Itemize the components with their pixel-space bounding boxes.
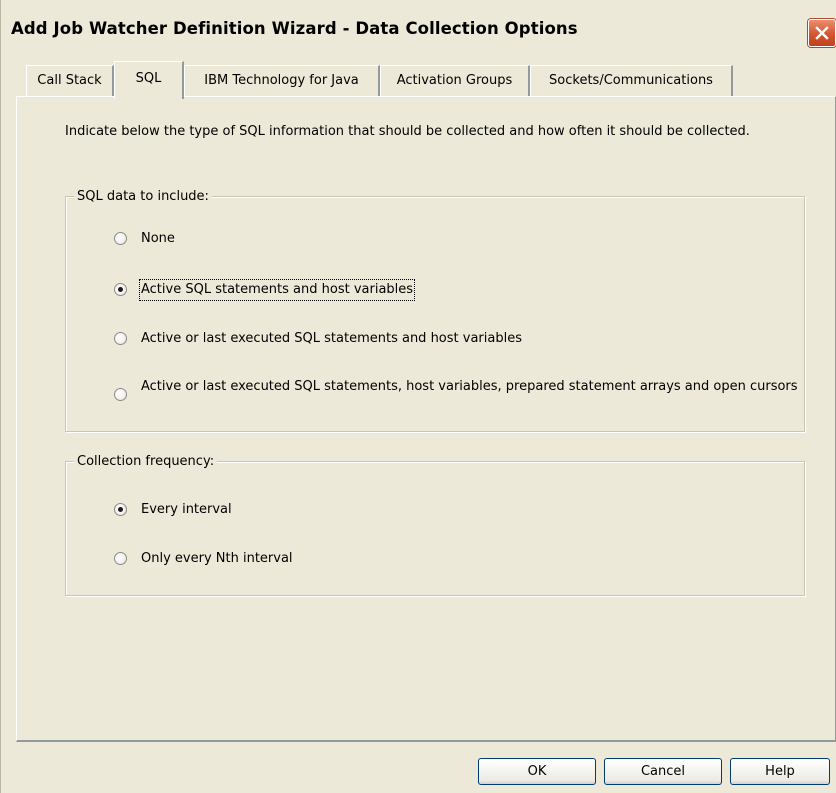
tab-activation-groups[interactable]: Activation Groups: [380, 65, 530, 96]
close-button[interactable]: [808, 19, 836, 47]
tab-sql[interactable]: SQL: [114, 61, 184, 99]
radio-label: Active or last executed SQL statements a…: [141, 331, 522, 346]
window-title: Add Job Watcher Definition Wizard - Data…: [11, 19, 578, 38]
close-icon: [815, 26, 829, 40]
help-button[interactable]: Help: [730, 758, 830, 785]
radio-button[interactable]: [114, 332, 127, 345]
tab-call-stack[interactable]: Call Stack: [26, 65, 114, 96]
dialog-window: Add Job Watcher Definition Wizard - Data…: [0, 0, 836, 793]
sql-data-legend: SQL data to include:: [74, 188, 212, 205]
radio-button-selected[interactable]: [114, 283, 127, 296]
title-bar: Add Job Watcher Definition Wizard - Data…: [1, 0, 836, 52]
ok-button[interactable]: OK: [478, 758, 596, 785]
radio-button[interactable]: [114, 552, 127, 565]
radio-label: Active or last executed SQL statements, …: [141, 379, 798, 394]
intro-text: Indicate below the type of SQL informati…: [65, 124, 750, 139]
radio-button[interactable]: [114, 232, 127, 245]
radio-button[interactable]: [114, 388, 127, 401]
radio-label: Only every Nth interval: [141, 551, 293, 566]
collection-frequency-legend: Collection frequency:: [74, 453, 218, 470]
collection-frequency-groupbox: Collection frequency:: [65, 453, 805, 596]
tab-ibm-technology-for-java[interactable]: IBM Technology for Java: [184, 65, 380, 96]
radio-button-selected[interactable]: [114, 503, 127, 516]
radio-label: None: [141, 231, 175, 246]
tab-sockets-communications[interactable]: Sockets/Communications: [530, 65, 733, 96]
radio-label: Active SQL statements and host variables: [138, 279, 416, 301]
cancel-button[interactable]: Cancel: [604, 758, 722, 785]
sql-data-groupbox: SQL data to include:: [65, 188, 805, 432]
radio-label: Every interval: [141, 502, 232, 517]
